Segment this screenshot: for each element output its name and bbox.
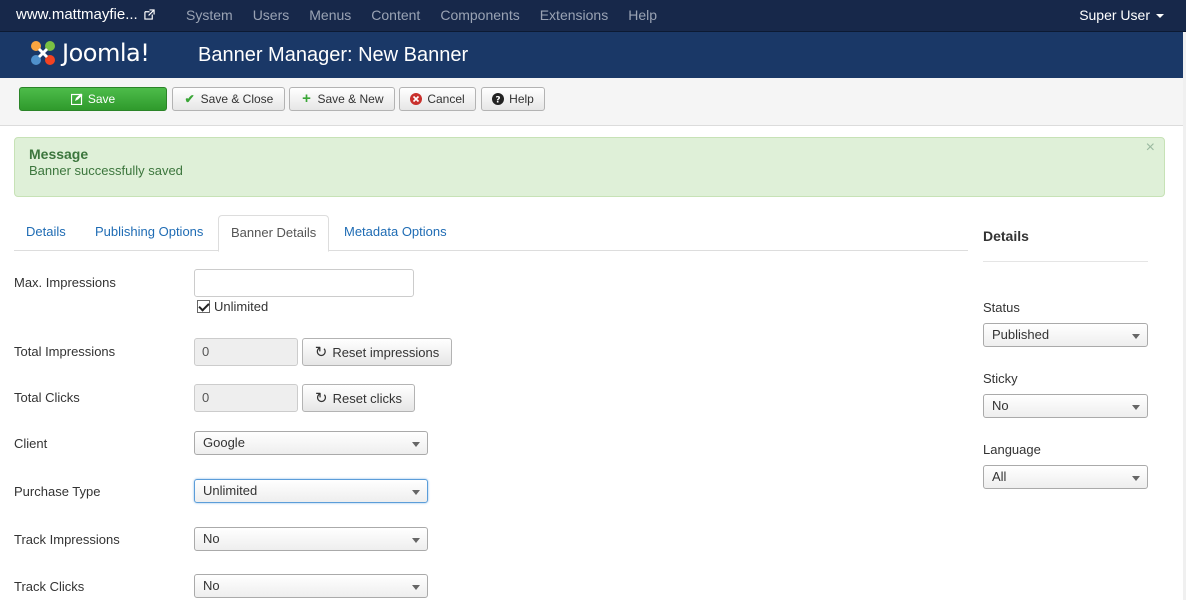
client-select[interactable]: Google (194, 431, 428, 455)
reset-impressions-label: Reset impressions (332, 344, 440, 360)
track-impressions-label: Track Impressions (14, 532, 120, 547)
total-clicks-field: 0 (194, 384, 298, 412)
menu-help[interactable]: Help (618, 0, 667, 32)
svg-text:?: ? (496, 96, 501, 106)
tab-publishing-options[interactable]: Publishing Options (83, 215, 215, 251)
site-link[interactable]: www.mattmayfie... (16, 6, 155, 23)
cancel-icon (410, 93, 423, 105)
cancel-label: Cancel (427, 92, 465, 106)
cancel-button[interactable]: Cancel (399, 87, 476, 111)
track-clicks-value: No (203, 578, 220, 593)
status-value: Published (992, 327, 1050, 342)
close-icon[interactable]: × (1146, 139, 1155, 157)
tab-metadata-options[interactable]: Metadata Options (332, 215, 459, 251)
purchase-type-value: Unlimited (203, 483, 258, 498)
sticky-label: Sticky (983, 371, 1018, 386)
edit-icon (70, 93, 83, 105)
menu-extensions[interactable]: Extensions (530, 0, 618, 32)
unlimited-checkbox[interactable] (197, 300, 210, 313)
plus-icon: + (302, 90, 311, 107)
track-impressions-value: No (203, 531, 220, 546)
tab-details[interactable]: Details (14, 215, 78, 251)
chevron-down-icon (412, 585, 420, 590)
reset-impressions-button[interactable]: ↻ Reset impressions (302, 338, 452, 366)
language-label: Language (983, 442, 1041, 457)
external-link-icon (144, 9, 155, 20)
max-impressions-label: Max. Impressions (14, 275, 116, 290)
toolbar: Save ✔ Save & Close + Save & New Cancel … (0, 78, 1186, 126)
chevron-down-icon (412, 490, 420, 495)
top-navbar: www.mattmayfie... System Users Menus Con… (0, 0, 1186, 32)
chevron-down-icon (1132, 334, 1140, 339)
total-clicks-label: Total Clicks (14, 390, 80, 405)
refresh-icon: ↻ (314, 343, 328, 361)
page-title: Banner Manager: New Banner (198, 44, 469, 66)
sidebar-title: Details (983, 228, 1029, 244)
save-close-button[interactable]: ✔ Save & Close (172, 87, 285, 111)
check-icon: ✔ (184, 92, 195, 106)
help-button[interactable]: ? Help (481, 87, 545, 111)
sidebar-divider (983, 261, 1148, 262)
purchase-type-label: Purchase Type (14, 484, 101, 499)
message-text: Banner successfully saved (29, 163, 183, 178)
joomla-icon (31, 41, 55, 65)
status-label: Status (983, 300, 1020, 315)
menu-system[interactable]: System (176, 0, 243, 32)
language-select[interactable]: All (983, 465, 1148, 489)
success-message: Message Banner successfully saved × (14, 137, 1165, 197)
chevron-down-icon (1132, 476, 1140, 481)
logo-text: Joomla! (62, 39, 150, 67)
page-header: Joomla! Banner Manager: New Banner (0, 32, 1186, 78)
chevron-down-icon (1132, 405, 1140, 410)
reset-clicks-button[interactable]: ↻ Reset clicks (302, 384, 415, 412)
client-label: Client (14, 436, 48, 451)
track-impressions-select[interactable]: No (194, 527, 428, 551)
sticky-value: No (992, 398, 1009, 413)
joomla-logo[interactable]: Joomla! (27, 37, 150, 69)
menu-components[interactable]: Components (430, 0, 529, 32)
unlimited-label: Unlimited (214, 299, 269, 314)
site-name: www.mattmayfie... (16, 6, 138, 23)
save-button[interactable]: Save (19, 87, 167, 111)
chevron-down-icon (1156, 13, 1164, 18)
save-new-button[interactable]: + Save & New (289, 87, 395, 111)
total-impressions-label: Total Impressions (14, 344, 116, 359)
chevron-down-icon (412, 442, 420, 447)
sticky-select[interactable]: No (983, 394, 1148, 418)
language-value: All (992, 469, 1007, 484)
help-label: Help (509, 92, 534, 106)
tab-bar: Details Publishing Options Banner Detail… (14, 215, 968, 252)
client-value: Google (203, 435, 245, 450)
chevron-down-icon (412, 538, 420, 543)
total-impressions-field: 0 (194, 338, 298, 366)
purchase-type-select[interactable]: Unlimited (194, 479, 428, 503)
user-menu[interactable]: Super User (1079, 0, 1164, 31)
menu-content[interactable]: Content (361, 0, 430, 32)
unlimited-checkbox-row[interactable]: Unlimited (197, 299, 268, 314)
save-new-label: Save & New (317, 92, 384, 106)
save-label: Save (87, 92, 116, 106)
menu-users[interactable]: Users (243, 0, 300, 32)
status-select[interactable]: Published (983, 323, 1148, 347)
save-close-label: Save & Close (200, 92, 274, 106)
track-clicks-select[interactable]: No (194, 574, 428, 598)
reset-clicks-label: Reset clicks (332, 390, 402, 406)
question-icon: ? (492, 93, 505, 106)
user-name: Super User (1079, 7, 1150, 23)
refresh-icon: ↻ (315, 389, 328, 407)
message-heading: Message (29, 146, 89, 162)
tab-banner-details[interactable]: Banner Details (218, 215, 330, 252)
track-clicks-label: Track Clicks (14, 579, 85, 594)
menu-menus[interactable]: Menus (299, 0, 361, 32)
max-impressions-input[interactable] (194, 269, 414, 297)
main-menu: System Users Menus Content Components Ex… (176, 0, 667, 32)
